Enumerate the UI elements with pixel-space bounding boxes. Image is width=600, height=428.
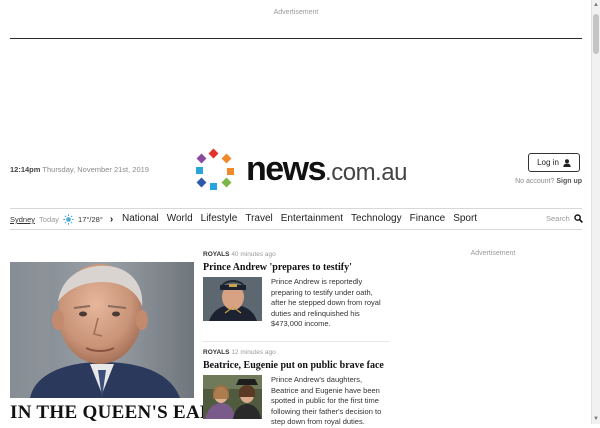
nav-divider-top <box>10 208 582 209</box>
story-category[interactable]: ROYALS <box>203 349 230 356</box>
news-logo-wordmark[interactable]: news.com.au <box>246 150 407 189</box>
search-button[interactable]: Search <box>546 214 583 223</box>
story-meta: ROYALS 12 minutes ago <box>203 349 389 356</box>
weather-day: Today <box>39 215 60 224</box>
story-thumbnail-image <box>203 277 262 321</box>
search-label: Search <box>546 214 570 223</box>
story-card[interactable]: ROYALS 12 minutes ago Beatrice, Eugenie … <box>203 349 389 428</box>
story-thumbnail-image <box>203 375 262 419</box>
search-icon <box>574 214 583 223</box>
scroll-down-arrow-icon[interactable]: ▼ <box>593 415 599 423</box>
user-icon <box>563 158 571 167</box>
login-label: Log in <box>537 158 559 167</box>
nav-item-entertainment[interactable]: Entertainment <box>281 213 343 224</box>
story-summary: Prince Andrew's daughters, Beatrice and … <box>271 375 382 426</box>
signup-link[interactable]: Sign up <box>556 178 582 185</box>
hero-headline[interactable]: IN THE QUEEN'S EAR: <box>10 402 221 424</box>
weather-widget[interactable]: Sydney Today 17°/28° › <box>10 214 113 225</box>
current-date: Thursday, November 21st, 2019 <box>42 165 149 174</box>
weather-temps: 17°/28° <box>78 215 103 224</box>
main-nav: National World Lifestyle Travel Entertai… <box>122 213 485 224</box>
story-thumbnail[interactable] <box>203 375 262 419</box>
chevron-right-icon[interactable]: › <box>110 214 113 225</box>
nav-item-lifestyle[interactable]: Lifestyle <box>201 213 238 224</box>
nav-item-national[interactable]: National <box>122 213 159 224</box>
story-body: Prince Andrew's daughters, Beatrice and … <box>203 375 389 428</box>
story-headline[interactable]: Prince Andrew 'prepares to testify' <box>203 262 389 273</box>
story-divider <box>203 341 389 342</box>
scrollbar[interactable] <box>591 0 600 424</box>
nav-divider-bottom <box>10 229 582 230</box>
nav-item-world[interactable]: World <box>167 213 193 224</box>
story-timestamp: 40 minutes ago <box>231 251 276 258</box>
hero-portrait-image <box>10 262 194 398</box>
scrollbar-thumb[interactable] <box>593 14 599 54</box>
logo-dots-icon <box>196 148 234 190</box>
login-button[interactable]: Log in <box>528 153 580 172</box>
sun-icon <box>63 214 74 225</box>
nav-item-sport[interactable]: Sport <box>453 213 477 224</box>
story-timestamp: 12 minutes ago <box>231 349 276 356</box>
weather-city[interactable]: Sydney <box>10 215 35 224</box>
logo-domain: .com.au <box>325 159 407 186</box>
sidebar-advertisement-label: Advertisement <box>470 250 516 257</box>
signup-prompt: No account? Sign up <box>500 178 582 185</box>
advertisement-label: Advertisement <box>273 9 319 16</box>
logo-word: news <box>246 150 327 188</box>
story-meta: ROYALS 40 minutes ago <box>203 251 389 258</box>
story-summary: Prince Andrew is reportedly preparing to… <box>271 277 381 328</box>
story-headline[interactable]: Beatrice, Eugenie put on public brave fa… <box>203 360 389 371</box>
current-time: 12:14pm <box>10 165 41 174</box>
nav-item-technology[interactable]: Technology <box>351 213 402 224</box>
story-thumbnail[interactable] <box>203 277 262 321</box>
nav-item-finance[interactable]: Finance <box>410 213 446 224</box>
hero-image[interactable] <box>10 262 194 398</box>
current-datetime: 12:14pm Thursday, November 21st, 2019 <box>10 165 149 174</box>
story-card[interactable]: ROYALS 40 minutes ago Prince Andrew 'pre… <box>203 251 389 330</box>
no-account-text: No account? <box>515 178 555 185</box>
story-body: Prince Andrew is reportedly preparing to… <box>203 277 389 330</box>
header-divider <box>10 38 582 39</box>
scroll-up-arrow-icon[interactable]: ▲ <box>593 1 599 9</box>
story-category[interactable]: ROYALS <box>203 251 230 258</box>
nav-item-travel[interactable]: Travel <box>245 213 272 224</box>
